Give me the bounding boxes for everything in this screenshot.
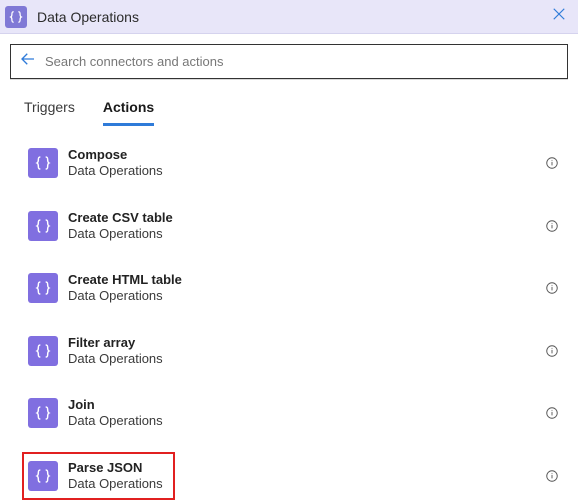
braces-icon [28, 211, 58, 241]
tab-triggers[interactable]: Triggers [24, 93, 75, 126]
action-item[interactable]: Parse JSONData Operations [22, 452, 564, 500]
info-icon[interactable] [544, 343, 564, 359]
action-title: Compose [68, 147, 163, 163]
action-list: ComposeData OperationsCreate CSV tableDa… [0, 127, 578, 500]
action-item[interactable]: Create CSV tableData Operations [22, 202, 564, 251]
action-title: Parse JSON [68, 460, 163, 476]
action-item[interactable]: JoinData Operations [22, 389, 564, 438]
braces-icon [28, 336, 58, 366]
action-subtitle: Data Operations [68, 226, 173, 242]
tabs: Triggers Actions [0, 89, 578, 127]
info-icon[interactable] [544, 468, 564, 484]
info-icon[interactable] [544, 405, 564, 421]
action-title: Join [68, 397, 163, 413]
tab-actions[interactable]: Actions [103, 93, 154, 126]
action-row[interactable]: Create HTML tableData Operations [22, 264, 188, 313]
action-row[interactable]: Filter arrayData Operations [22, 327, 169, 376]
braces-icon [28, 398, 58, 428]
action-subtitle: Data Operations [68, 163, 163, 179]
search-input[interactable] [45, 54, 559, 69]
search-box[interactable] [10, 44, 568, 79]
close-icon[interactable] [550, 5, 568, 28]
action-text: Create CSV tableData Operations [68, 210, 173, 243]
action-item[interactable]: Filter arrayData Operations [22, 327, 564, 376]
action-row[interactable]: JoinData Operations [22, 389, 169, 438]
search-container [0, 34, 578, 89]
data-operations-panel: Data Operations Triggers Actions Compose… [0, 0, 578, 500]
action-title: Filter array [68, 335, 163, 351]
action-row[interactable]: Create CSV tableData Operations [22, 202, 179, 251]
info-icon[interactable] [544, 155, 564, 171]
action-title: Create CSV table [68, 210, 173, 226]
action-text: Filter arrayData Operations [68, 335, 163, 368]
action-text: ComposeData Operations [68, 147, 163, 180]
panel-title: Data Operations [37, 9, 550, 25]
panel-header: Data Operations [0, 0, 578, 34]
action-row[interactable]: ComposeData Operations [22, 139, 169, 188]
braces-icon [5, 6, 27, 28]
braces-icon [28, 273, 58, 303]
action-subtitle: Data Operations [68, 476, 163, 492]
action-text: Create HTML tableData Operations [68, 272, 182, 305]
braces-icon [28, 461, 58, 491]
action-text: Parse JSONData Operations [68, 460, 163, 493]
action-subtitle: Data Operations [68, 288, 182, 304]
back-arrow-icon[interactable] [19, 50, 37, 73]
action-title: Create HTML table [68, 272, 182, 288]
braces-icon [28, 148, 58, 178]
info-icon[interactable] [544, 218, 564, 234]
action-item[interactable]: Create HTML tableData Operations [22, 264, 564, 313]
info-icon[interactable] [544, 280, 564, 296]
action-row[interactable]: Parse JSONData Operations [22, 452, 175, 500]
action-subtitle: Data Operations [68, 351, 163, 367]
action-text: JoinData Operations [68, 397, 163, 430]
action-item[interactable]: ComposeData Operations [22, 139, 564, 188]
action-subtitle: Data Operations [68, 413, 163, 429]
